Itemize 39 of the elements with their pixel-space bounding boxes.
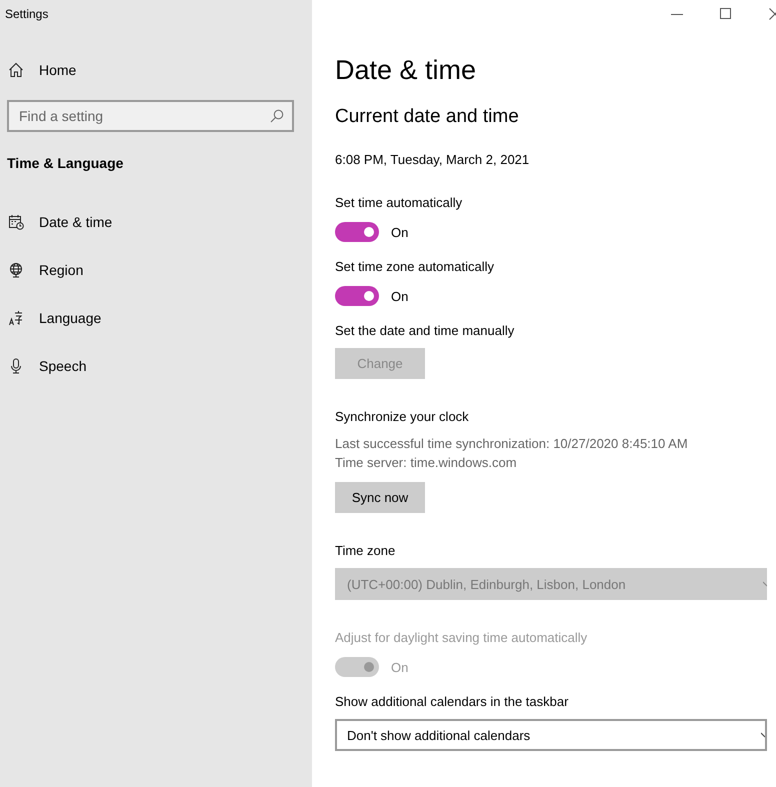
section-heading: Time & Language [7, 154, 124, 173]
home-link[interactable]: Home [0, 50, 80, 90]
current-datetime: 6:08 PM, Tuesday, March 2, 2021 [335, 151, 530, 169]
setting-label: Set time zone automatically [335, 258, 494, 276]
search-field[interactable]: Find a setting [7, 100, 294, 132]
setting-label: Time zone [335, 542, 396, 560]
toggle-switch[interactable] [335, 222, 379, 242]
close-icon [769, 8, 776, 20]
chevron-down-icon [763, 580, 767, 588]
microphone-icon [8, 358, 24, 374]
setting-label: Adjust for daylight saving time automatically [335, 629, 588, 647]
nav-item[interactable]: Speech [0, 342, 90, 390]
dropdown: (UTC+00:00) Dublin, Edinburgh, Lisbon, London [335, 568, 767, 600]
language-icon [8, 310, 24, 326]
toggle-state: On [391, 224, 408, 240]
maximize-icon [720, 8, 732, 20]
setting-label: Synchronize your clock [335, 408, 469, 426]
change-button: Change [335, 348, 425, 379]
setting-label: Show additional calendars in the taskbar [335, 693, 568, 711]
nav-item[interactable]: Date & time [0, 198, 116, 246]
nav-item[interactable]: Region [0, 246, 88, 294]
search-icon [270, 109, 284, 123]
toggle-state: On [391, 660, 408, 674]
sync-info: Time server: time.windows.com [335, 454, 518, 472]
globe-icon [8, 262, 24, 278]
window-title: Settings [5, 6, 48, 22]
nav-item[interactable]: Language [0, 294, 106, 342]
section-title: Current date and time [335, 105, 519, 129]
sync-info: Last successful time synchronization: 10/27/2020 8:45:10 AM [335, 435, 688, 453]
toggle-state: On [391, 288, 408, 304]
setting-label: Set time automatically [335, 194, 462, 212]
dropdown[interactable]: Don't show additional calendars [335, 719, 767, 751]
setting-label: Set the date and time manually [335, 322, 514, 340]
page-title: Date & time [335, 54, 476, 87]
sync-button[interactable]: Sync now [335, 482, 425, 513]
home-icon [8, 62, 24, 78]
chevron-down-icon [761, 731, 765, 739]
toggle-switch[interactable] [335, 286, 379, 306]
calendar-clock-icon [8, 214, 24, 230]
